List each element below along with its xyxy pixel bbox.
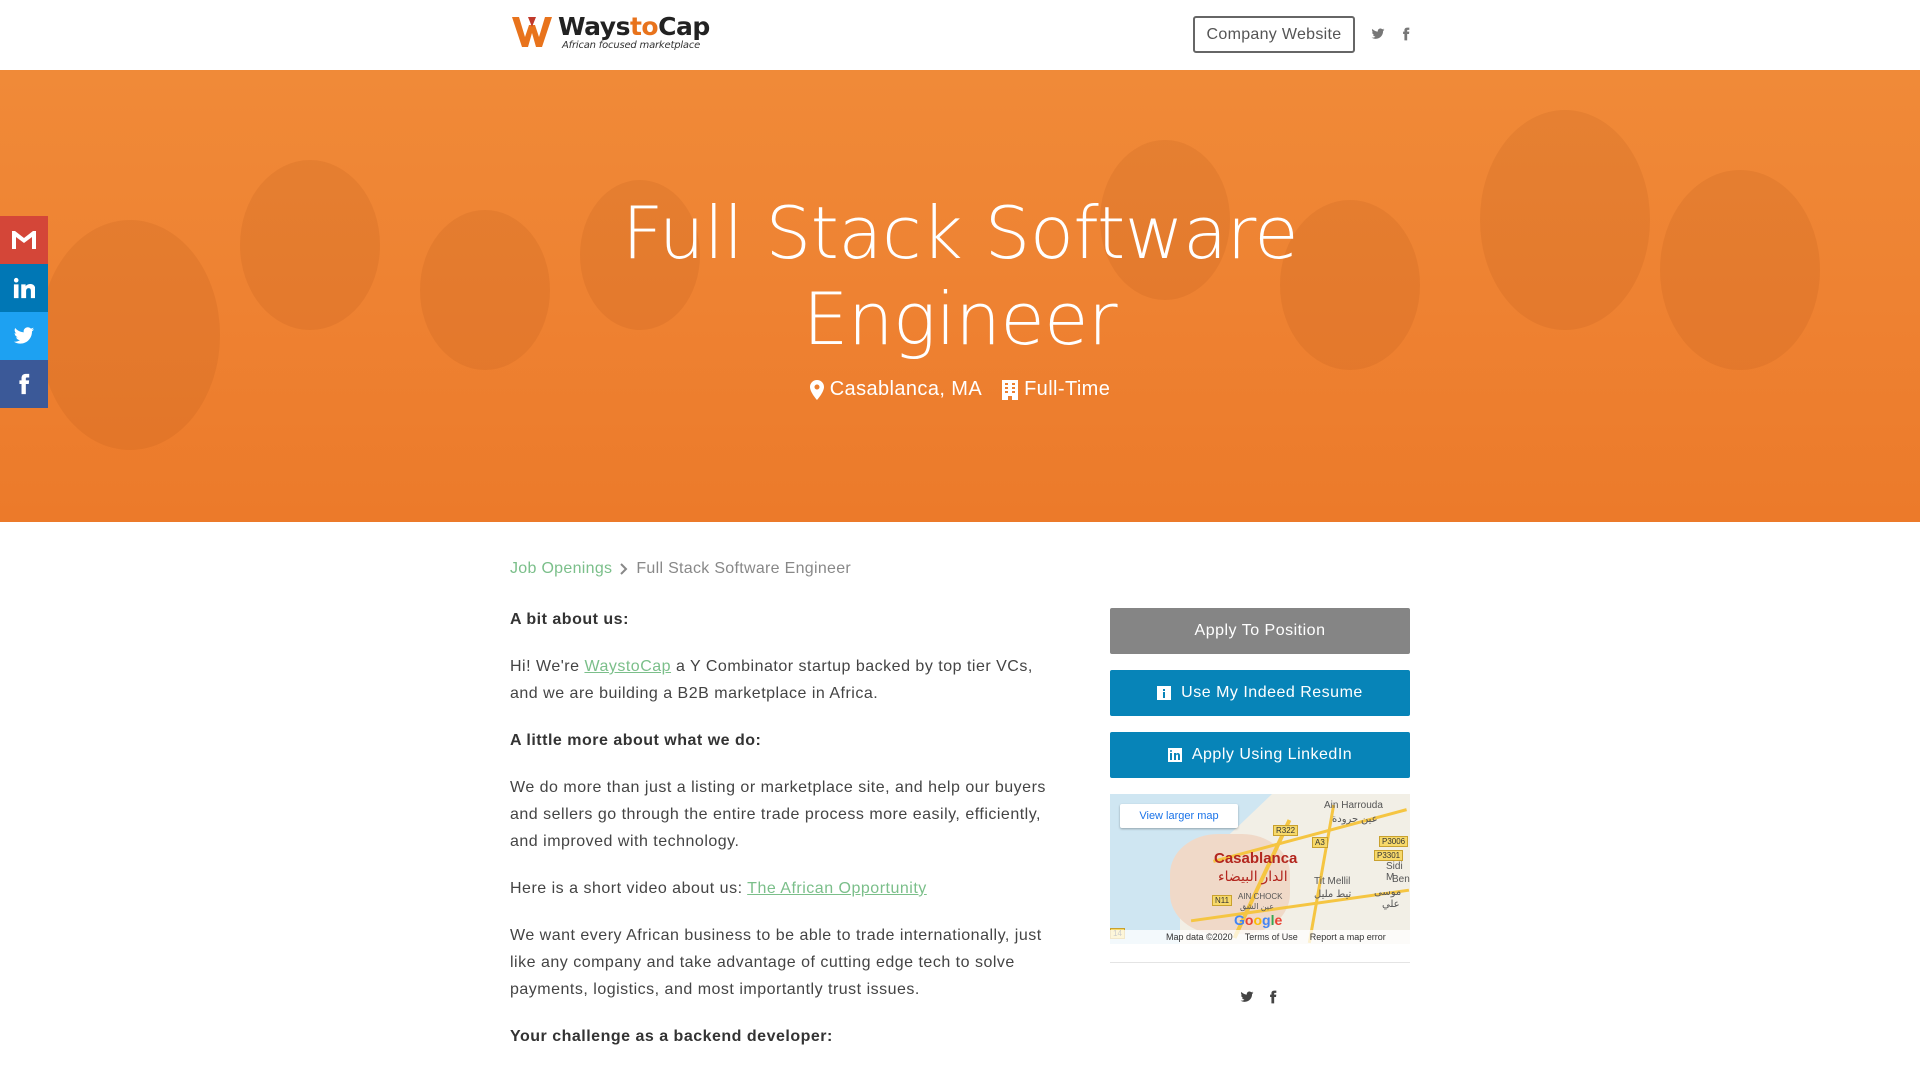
logo-text: WaystoCap African focused marketplace [558, 14, 710, 51]
google-logo-letter: G [1234, 912, 1245, 928]
job-location-text: Casablanca, MA [829, 378, 983, 400]
indeed-resume-label: Use My Indeed Resume [1181, 684, 1363, 701]
apply-linkedin-label: Apply Using LinkedIn [1191, 746, 1353, 763]
map-label-ain-chock: AIN CHOCK [1238, 892, 1283, 901]
apply-to-position-label: Apply To Position [1194, 622, 1326, 639]
african-opportunity-link[interactable]: The African Opportunity [747, 880, 927, 897]
hero-photo-figure [1480, 110, 1650, 330]
google-logo-letter: e [1274, 912, 1283, 928]
map-terms-link[interactable]: Terms of Use [1245, 932, 1298, 942]
paragraph-mission: We want every African business to be abl… [510, 927, 1042, 998]
map-label-ali-ar: علي [1382, 899, 1400, 910]
hero-photo-figure [40, 220, 220, 450]
map-shield-a3: A3 [1312, 837, 1328, 848]
map-city-label: Casablanca [1214, 850, 1298, 867]
map-report-error-link[interactable]: Report a map error [1310, 932, 1386, 942]
twitter-icon [1240, 991, 1254, 1002]
twitter-icon [1371, 28, 1385, 39]
map-label-ain-harrouda: Ain Harrouda [1324, 800, 1383, 811]
view-larger-map-button[interactable]: View larger map [1120, 804, 1238, 828]
building-icon [1002, 379, 1019, 400]
section-heading-about: A bit about us: [510, 611, 629, 628]
map-pin-icon [809, 379, 824, 400]
job-description: A bit about us: Hi! We're WaystoCap a Y … [510, 606, 1050, 1070]
chevron-right-icon [620, 563, 628, 575]
gmail-icon [12, 231, 36, 249]
header-twitter-link[interactable] [1368, 24, 1388, 44]
company-website-button[interactable]: Company Website [1193, 16, 1355, 53]
map-label-ain-harrouda-ar: عين حرودة [1332, 814, 1378, 825]
hero-photo-figure [240, 160, 380, 330]
apply-sidebar: Apply To Position Use My Indeed Resume A… [1110, 608, 1410, 1005]
map-shield-p3006: P3006 [1379, 836, 1409, 847]
map-label-ben: Ben [1392, 874, 1410, 885]
job-type-text: Full-Time [1024, 378, 1111, 400]
aside-twitter-link[interactable] [1239, 989, 1255, 1005]
aside-social-links [1110, 989, 1410, 1005]
apply-linkedin-button[interactable]: Apply Using LinkedIn [1110, 732, 1410, 778]
paragraph-what-we-do: We do more than just a listing or market… [510, 779, 1046, 850]
section-heading-challenge: Your challenge as a backend developer: [510, 1028, 833, 1045]
linkedin-icon [13, 277, 35, 299]
share-linkedin-button[interactable] [0, 264, 48, 312]
logo-name: WaystoCap [558, 14, 710, 39]
paragraph-video: Here is a short video about us: The Afri… [510, 875, 1050, 902]
paragraph-intro: Hi! We're WaystoCap a Y Combinator start… [510, 653, 1050, 707]
facebook-icon [1403, 27, 1410, 41]
waystocap-logo[interactable]: WaystoCap African focused marketplace [510, 13, 710, 51]
hero-photo-figure [420, 210, 550, 370]
paragraph-video-text: Here is a short video about us: [510, 880, 748, 897]
job-title-line2: Engineer [802, 277, 1118, 361]
map-label-tit-mellil: Tit Mellil [1314, 876, 1351, 887]
hero-banner: Full Stack Software Engineer Casablanca,… [0, 70, 1920, 522]
twitter-icon [13, 327, 35, 344]
google-logo: Google [1234, 912, 1282, 928]
facebook-icon [19, 373, 30, 395]
header-facebook-link[interactable] [1396, 24, 1416, 44]
job-type: Full-Time [1002, 378, 1110, 401]
paragraph-intro-text: Hi! We're [510, 658, 585, 675]
map-shield-r322: R322 [1273, 825, 1299, 836]
logo-mark-icon [512, 17, 552, 47]
share-twitter-button[interactable] [0, 312, 48, 360]
google-logo-letter: o [1253, 912, 1263, 928]
job-title-line1: Full Stack Software [621, 191, 1299, 275]
map-label-moussa-ar: موسى [1374, 887, 1402, 898]
share-facebook-button[interactable] [0, 360, 48, 408]
job-meta: Casablanca, MA Full-Time [560, 378, 1360, 401]
aside-facebook-link[interactable] [1265, 989, 1281, 1005]
indeed-icon [1157, 686, 1172, 700]
linkedin-icon [1167, 748, 1182, 762]
aside-divider [1110, 962, 1410, 963]
breadcrumb-job-openings-link[interactable]: Job Openings [510, 560, 612, 578]
waystocap-link[interactable]: WaystoCap [584, 658, 671, 675]
share-sidebar [0, 216, 48, 408]
share-gmail-button[interactable] [0, 216, 48, 264]
job-location: Casablanca, MA [809, 378, 983, 401]
logo-name-cap: Cap [658, 11, 710, 41]
logo-name-to: to [629, 11, 659, 41]
section-heading-what-we-do: A little more about what we do: [510, 732, 762, 749]
map-shield-p3301: P3301 [1374, 850, 1404, 861]
map-city-label-ar: الدار البيضاء [1218, 868, 1288, 884]
logo-tagline: African focused marketplace [562, 39, 701, 51]
map-footer: Map data ©2020 Terms of Use Report a map… [1110, 930, 1410, 944]
google-logo-letter: g [1262, 912, 1271, 928]
map-data-attribution: Map data ©2020 [1166, 932, 1233, 942]
site-header: WaystoCap African focused marketplace Co… [0, 0, 1920, 70]
map-label-tit-mellil-ar: تيط مليل [1314, 889, 1352, 900]
map-shield-n11: N11 [1212, 895, 1233, 906]
hero-photo-figure [1660, 170, 1820, 370]
logo-name-ways: Ways [558, 11, 630, 41]
job-title: Full Stack Software Engineer [560, 190, 1360, 362]
breadcrumb-current: Full Stack Software Engineer [636, 560, 852, 577]
breadcrumb: Job Openings Full Stack Software Enginee… [510, 560, 851, 578]
facebook-icon [1270, 990, 1277, 1004]
map-label-ain-chock-ar: عين الشق [1240, 902, 1274, 911]
location-map[interactable]: View larger map Ain Harrouda عين حرودة R… [1110, 794, 1410, 944]
indeed-resume-button[interactable]: Use My Indeed Resume [1110, 670, 1410, 716]
apply-to-position-button[interactable]: Apply To Position [1110, 608, 1410, 654]
